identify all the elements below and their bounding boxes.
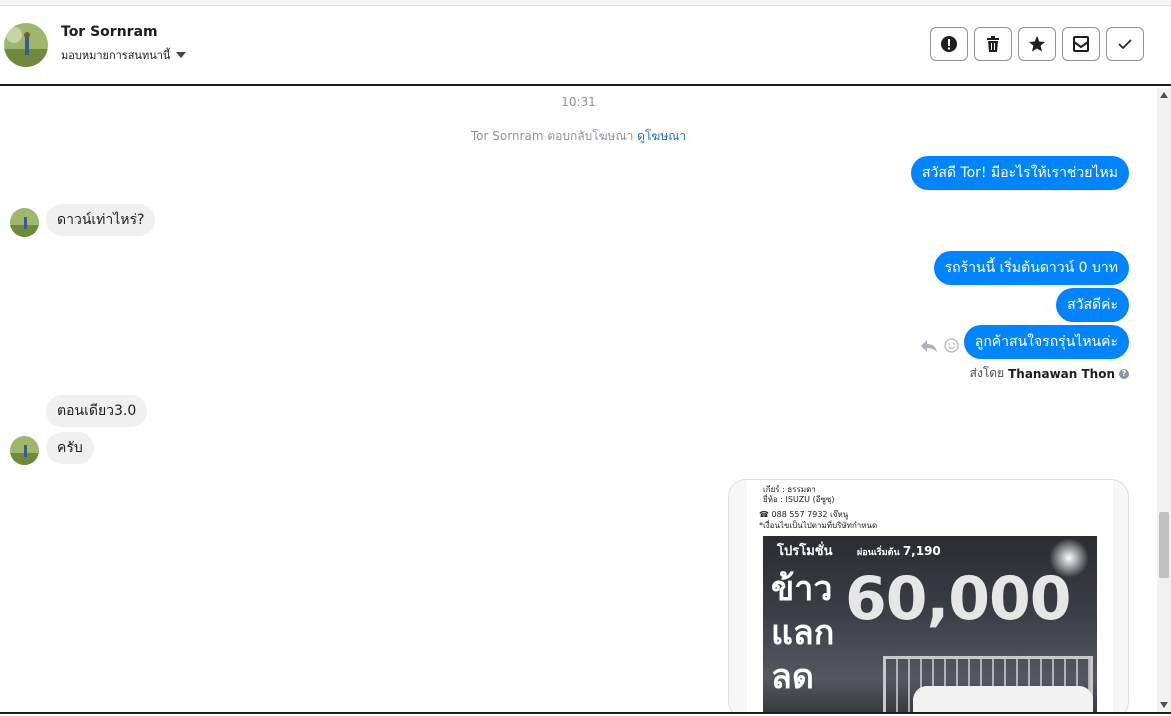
truck-cab (913, 686, 1093, 712)
help-icon[interactable]: ? (1119, 368, 1129, 379)
sent-by-label: ส่งโดย Thanawan Thon ? (970, 364, 1129, 383)
alert-circle-icon (941, 36, 957, 52)
mark-spam-button[interactable] (930, 27, 968, 61)
timestamp: 10:31 (561, 95, 596, 109)
checkmark-icon (1118, 39, 1132, 50)
trash-icon (987, 36, 999, 52)
conversation-header: Tor Sornram มอบหมายการสนทนานี้ (0, 6, 1171, 86)
contact-avatar-small (10, 208, 39, 237)
message-outgoing[interactable]: รถร้านนี้ เริ่มต้นดาวน์ 0 บาท (933, 251, 1129, 285)
star-button[interactable] (1018, 27, 1056, 61)
bottom-border (0, 712, 1171, 716)
scroll-down-arrow-icon[interactable] (1160, 702, 1168, 708)
view-ad-link[interactable]: ดูโฆษณา (637, 129, 686, 143)
mark-done-button[interactable] (1106, 27, 1144, 61)
ad-big-number: 60,000 (845, 564, 1072, 634)
mark-unread-icon (1073, 36, 1089, 52)
ad-condition-line: *เงื่อนไขเป็นไปตามที่บริษัทกำหนด (759, 521, 878, 530)
message-outgoing[interactable]: สวัสดีค่ะ (1056, 288, 1129, 322)
message-incoming[interactable]: ครับ (46, 432, 94, 464)
thread-scrollbar[interactable] (1157, 88, 1171, 712)
message-outgoing[interactable]: ลูกค้าสนใจรถรุ่นไหนค่ะ (963, 325, 1129, 359)
contact-name[interactable]: Tor Sornram (61, 24, 158, 40)
caret-down-icon (176, 52, 187, 58)
delete-button[interactable] (974, 27, 1012, 61)
ad-promo-label: โปรโมชั่น (777, 544, 833, 559)
contact-avatar[interactable] (4, 23, 48, 67)
reply-icon[interactable] (920, 339, 938, 353)
ad-image-attachment[interactable]: เกียร์ : ธรรมดา ยี่ห้อ : ISUZU (อีซูซุ) … (728, 479, 1129, 712)
ad-reply-text: Tor Sornram ตอบกลับโฆษณา (470, 129, 634, 143)
message-incoming[interactable]: ดาวน์เท่าไหร่? (46, 204, 156, 236)
message-outgoing[interactable]: สวัสดี Tor! มีอะไรให้เราช่วยไหม (910, 156, 1129, 190)
ad-reply-notice: Tor Sornram ตอบกลับโฆษณา ดูโฆษณา (0, 127, 1157, 146)
ad-promo-photo: โปรโมชั่น ผ่อนเริ่มต้น 7,190 ข้าว แลก ลด… (763, 536, 1097, 712)
sent-by-name: Thanawan Thon (1008, 366, 1115, 381)
scrollbar-thumb[interactable] (1159, 512, 1169, 578)
ad-down-payment: ผ่อนเริ่มต้น 7,190 (857, 544, 941, 559)
message-incoming[interactable]: ตอนเดียว3.0 (46, 395, 148, 427)
ad-big-line-3: ลด (771, 657, 814, 697)
ad-down-amount: 7,190 (902, 544, 941, 558)
assign-conversation-dropdown[interactable]: มอบหมายการสนทนานี้ (61, 46, 187, 64)
mark-unread-button[interactable] (1062, 27, 1100, 61)
sent-by-prefix: ส่งโดย (969, 366, 1005, 380)
message-thread[interactable]: 10:31 Tor Sornram ตอบกลับโฆษณา ดูโฆษณา ส… (0, 88, 1157, 712)
ad-big-line-1: ข้าว (771, 569, 833, 609)
header-actions (930, 27, 1144, 61)
star-icon (1029, 36, 1045, 52)
contact-avatar-small (10, 436, 39, 465)
assign-label: มอบหมายการสนทนานี้ (61, 49, 171, 62)
scroll-up-arrow-icon[interactable] (1160, 92, 1168, 98)
emoji-react-icon[interactable] (944, 338, 959, 353)
ad-brand-line: ยี่ห้อ : ISUZU (อีซูซุ) (763, 495, 835, 504)
ad-image: เกียร์ : ธรรมดา ยี่ห้อ : ISUZU (อีซูซุ) … (747, 480, 1113, 712)
ad-big-line-2: แลก (771, 613, 835, 653)
message-actions (920, 338, 959, 353)
ad-down-prefix: ผ่อนเริ่มต้น (857, 548, 900, 558)
